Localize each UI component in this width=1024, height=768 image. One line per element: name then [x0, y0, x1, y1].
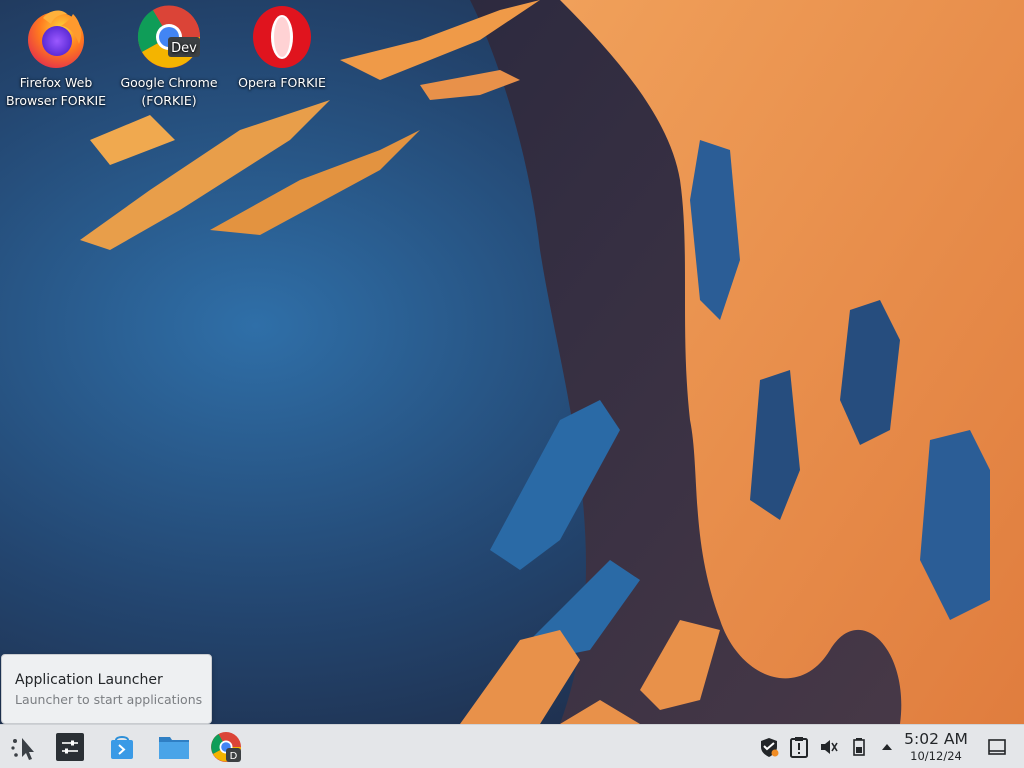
volume-muted-icon	[821, 740, 838, 754]
kde-launcher-icon	[11, 738, 34, 760]
desktop-icon-opera[interactable]: Opera FORKIE	[226, 4, 338, 92]
dolphin-button[interactable]	[158, 731, 190, 763]
battery-tray-button[interactable]	[848, 736, 870, 758]
show-desktop-icon	[988, 739, 1006, 755]
clock-date: 10/12/24	[910, 749, 962, 763]
discover-button[interactable]	[106, 731, 138, 763]
application-launcher-tooltip: Application Launcher Launcher to start a…	[1, 654, 212, 724]
battery-icon	[853, 738, 865, 756]
chrome-dev-badge: Dev	[171, 41, 197, 56]
chrome-dev-icon: Dev	[137, 5, 201, 68]
desktop-icon-chrome[interactable]: Dev Google Chrome (FORKIE)	[113, 4, 225, 110]
application-launcher-button[interactable]	[7, 731, 39, 763]
settings-sliders-icon	[56, 733, 84, 761]
system-settings-button[interactable]	[54, 731, 86, 763]
chrome-dev-icon: D	[211, 732, 241, 762]
tooltip-title: Application Launcher	[15, 672, 163, 688]
show-hidden-icons-button[interactable]	[876, 736, 898, 758]
security-tray-button[interactable]	[758, 736, 780, 758]
opera-icon	[253, 6, 311, 68]
clipboard-alert-icon	[790, 737, 808, 758]
clock-time: 5:02 AM	[904, 730, 968, 748]
software-center-icon	[111, 736, 133, 759]
desktop-icon-label: Google Chrome (FORKIE)	[120, 75, 218, 108]
folder-icon	[159, 737, 189, 759]
desktop-icon-firefox[interactable]: Firefox Web Browser FORKIE	[0, 4, 112, 110]
notifications-tray-button[interactable]	[788, 736, 810, 758]
digital-clock[interactable]: 5:02 AM 10/12/24	[900, 730, 972, 763]
tooltip-subtitle: Launcher to start applications	[15, 692, 203, 707]
desktop-icon-label: Opera FORKIE	[238, 75, 326, 90]
taskbar: D 5:02 AM 10/12/24	[0, 724, 1024, 768]
chevron-up-icon	[882, 744, 892, 750]
shield-icon	[761, 738, 779, 757]
volume-tray-button[interactable]	[818, 736, 840, 758]
chrome-dev-taskbar-button[interactable]: D	[210, 731, 242, 763]
show-desktop-button[interactable]	[986, 736, 1008, 758]
desktop-icon-label: Firefox Web Browser FORKIE	[5, 75, 107, 108]
desktop[interactable]: Firefox Web Browser FORKIE Dev Google Ch…	[0, 0, 1024, 724]
chrome-dev-badge: D	[230, 751, 238, 762]
firefox-icon	[28, 10, 84, 68]
